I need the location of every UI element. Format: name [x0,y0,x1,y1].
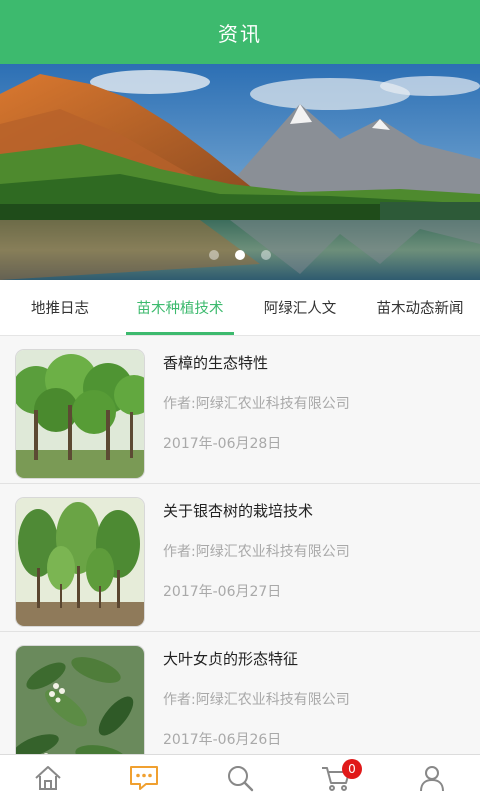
tab-promotion-log[interactable]: 地推日志 [0,280,120,335]
tab-label: 苗木动态新闻 [376,301,464,317]
banner-landscape-image [0,64,480,280]
user-icon [420,765,444,791]
category-tabs: 地推日志 苗木种植技术 阿绿汇人文 苗木动态新闻 [0,280,480,336]
article-author: 作者:阿绿汇农业科技有限公司 [163,396,350,412]
carousel-dot-3[interactable] [261,250,271,260]
tab-label: 地推日志 [31,301,89,317]
app-header: 资讯 [0,0,480,64]
article-info: 大叶女贞的形态特征 作者:阿绿汇农业科技有限公司 2017年-06月26日 [163,646,350,749]
article-author: 作者:阿绿汇农业科技有限公司 [163,544,350,560]
home-icon [35,765,61,790]
article-thumbnail [16,350,144,478]
camphor-tree-image [16,350,144,478]
article-author: 作者:阿绿汇农业科技有限公司 [163,692,350,708]
cart-count-badge: 0 [342,759,362,779]
search-icon [228,765,254,791]
nav-cart[interactable]: 0 [288,755,384,800]
article-title: 大叶女贞的形态特征 [163,650,299,668]
app-root: 资讯 地推日志 苗木种植技术 阿绿汇人文 苗木动态新闻 香樟的生态特性 作者:阿… [0,0,480,800]
carousel-indicators [0,250,480,260]
nav-messages[interactable] [96,755,192,800]
nav-profile[interactable] [384,755,480,800]
carousel-dot-2[interactable] [235,250,245,260]
tab-label: 阿绿汇人文 [263,301,337,317]
tab-label: 苗木种植技术 [136,301,224,317]
nav-home[interactable] [0,755,96,800]
article-date: 2017年-06月27日 [163,584,282,600]
banner-carousel[interactable] [0,64,480,280]
page-title: 资讯 [218,21,262,46]
bottom-navigation: 0 [0,754,480,800]
carousel-dot-1[interactable] [209,250,219,260]
nav-search[interactable] [192,755,288,800]
article-info: 关于银杏树的栽培技术 作者:阿绿汇农业科技有限公司 2017年-06月27日 [163,498,350,601]
article-info: 香樟的生态特性 作者:阿绿汇农业科技有限公司 2017年-06月28日 [163,350,350,453]
ginkgo-tree-image [16,498,144,626]
message-icon [130,765,158,790]
article-date: 2017年-06月26日 [163,732,282,748]
article-title: 关于银杏树的栽培技术 [163,502,314,520]
article-thumbnail [16,498,144,626]
article-item[interactable]: 香樟的生态特性 作者:阿绿汇农业科技有限公司 2017年-06月28日 [0,336,480,484]
article-list: 香樟的生态特性 作者:阿绿汇农业科技有限公司 2017年-06月28日 关于银杏… [0,336,480,780]
article-item[interactable]: 关于银杏树的栽培技术 作者:阿绿汇农业科技有限公司 2017年-06月27日 [0,484,480,632]
article-title: 香樟的生态特性 [163,354,269,372]
tab-news[interactable]: 苗木动态新闻 [360,280,480,335]
tab-culture[interactable]: 阿绿汇人文 [240,280,360,335]
tab-planting-tech[interactable]: 苗木种植技术 [120,280,240,335]
article-date: 2017年-06月28日 [163,436,282,452]
